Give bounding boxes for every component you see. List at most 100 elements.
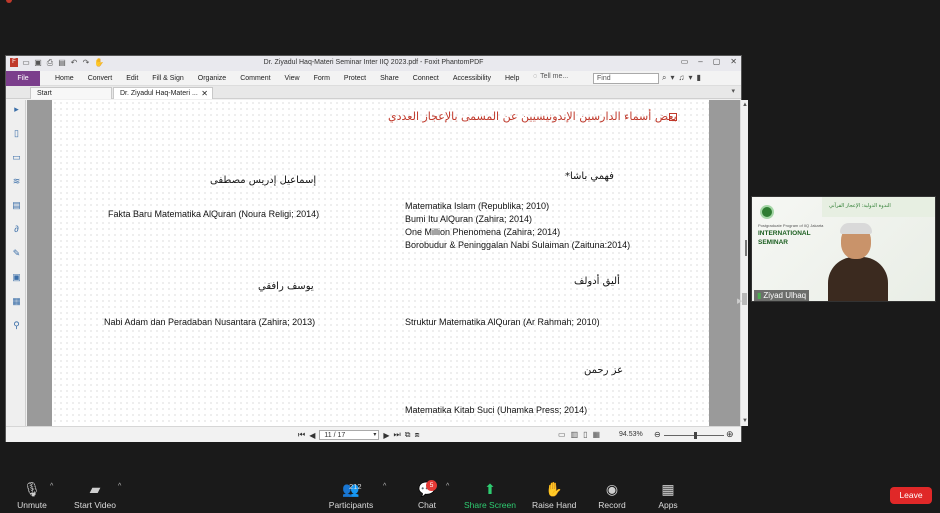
zoom-in-icon[interactable]: ⊕	[726, 429, 734, 440]
security-lock-icon[interactable]: ▣	[11, 272, 22, 283]
menu-protect[interactable]: Protect	[337, 75, 373, 82]
tab-start[interactable]: Start	[30, 87, 112, 99]
chevron-down-icon[interactable]: ▾	[670, 73, 674, 83]
share-screen-icon: ⬆	[484, 481, 496, 497]
scroll-down-icon[interactable]: ▼	[742, 418, 748, 424]
facing-page-icon[interactable]: ▯	[583, 430, 587, 439]
maximize-icon[interactable]: ▢	[713, 57, 721, 66]
menu-convert[interactable]: Convert	[81, 75, 120, 82]
collapse-icon[interactable]: ▸	[11, 104, 22, 115]
fields-icon[interactable]: ▦	[11, 296, 22, 307]
record-icon: ◉	[605, 481, 619, 497]
scroll-up-icon[interactable]: ▲	[742, 102, 748, 108]
tab-list-icon[interactable]: ▾	[731, 87, 735, 95]
ribbon-toggle-icon[interactable]: ▭	[681, 57, 689, 66]
document-viewport[interactable]: بعض أسماء الدارسين الإندونيسيين عن المسم…	[27, 100, 740, 426]
previous-page-icon[interactable]: ◀	[309, 431, 315, 440]
participants-button[interactable]: 👥 212 Participants	[327, 480, 375, 510]
seminar-logo-icon	[760, 205, 774, 219]
menu-organize[interactable]: Organize	[191, 75, 233, 82]
zoom-percentage[interactable]: 94.53%	[619, 431, 643, 438]
single-page-icon[interactable]: ▭	[558, 430, 566, 439]
scroll-right-icon[interactable]: ▶	[737, 297, 742, 305]
menu-home[interactable]: Home	[48, 75, 81, 82]
first-page-icon[interactable]: ⏮	[298, 430, 305, 440]
comments-icon[interactable]: ▤	[11, 200, 22, 211]
options-icon[interactable]: ▾	[689, 73, 693, 83]
tab-document[interactable]: Dr. Ziyadul Haq-Materi ... ✕	[113, 87, 213, 99]
record-button[interactable]: ◉ Record	[596, 480, 628, 510]
tell-me-label: Tell me...	[540, 73, 569, 80]
chat-button[interactable]: 💬 5 Chat	[414, 480, 440, 510]
next-page-icon[interactable]: ▶	[383, 431, 389, 440]
participants-caret-icon[interactable]: ^	[383, 483, 386, 490]
tab-document-label: Dr. Ziyadul Haq-Materi ...	[120, 90, 198, 97]
pdf-page: بعض أسماء الدارسين الإندونيسيين عن المسم…	[52, 100, 709, 426]
leave-button[interactable]: Leave	[890, 487, 932, 504]
video-off-icon: ▰	[89, 481, 101, 497]
slide-arabic-title: الندوة الدولية: الإعجاز القرآني	[829, 203, 891, 209]
navigation-sidebar: ▸ ▯ ▭ ≋ ▤ ∂ ✎ ▣ ▦ ⚲	[6, 100, 26, 426]
menu-connect[interactable]: Connect	[406, 75, 446, 82]
scroll-thumb[interactable]	[742, 293, 747, 305]
tab-start-label: Start	[37, 90, 52, 97]
vertical-scrollbar[interactable]: ▲ ▼	[740, 100, 748, 426]
share-screen-button[interactable]: ⬆ Share Screen	[464, 480, 516, 510]
zoom-slider[interactable]	[664, 432, 724, 439]
search-icon[interactable]: ⌕	[662, 73, 666, 83]
panel-splitter[interactable]	[745, 240, 747, 256]
menu-share[interactable]: Share	[373, 75, 406, 82]
menu-comment[interactable]: Comment	[233, 75, 277, 82]
recording-indicator-icon	[6, 0, 12, 3]
find-input[interactable]: Find	[593, 73, 659, 84]
menu-edit[interactable]: Edit	[119, 75, 145, 82]
raise-hand-label: Raise Hand	[532, 500, 577, 510]
apps-button[interactable]: ▦ Apps	[654, 480, 682, 510]
zoom-slider-knob[interactable]	[694, 432, 697, 439]
last-page-icon[interactable]: ⏭	[394, 430, 401, 440]
accessibility-icon[interactable]: ⚲	[11, 320, 22, 331]
window-title: Dr. Ziyadul Haq-Materi Seminar Inter IIQ…	[263, 59, 484, 66]
slide-title-line2: SEMINAR	[758, 239, 788, 246]
page-heading: بعض أسماء الدارسين الإندونيسيين عن المسم…	[388, 110, 677, 123]
participant-video-tile[interactable]: الندوة الدولية: الإعجاز القرآني Postgrad…	[751, 196, 936, 302]
speaker-body	[828, 257, 888, 301]
copy-page-icon[interactable]: ⧉	[405, 430, 411, 440]
window-controls: ▭ – ▢ ✕	[681, 57, 737, 66]
tell-me[interactable]: ◌ Tell me...	[533, 73, 568, 80]
attachments-icon[interactable]: ∂	[11, 224, 22, 235]
menu-view[interactable]: View	[278, 75, 307, 82]
work-title: Nabi Adam dan Peradaban Nusantara (Zahir…	[104, 317, 316, 327]
unmute-label: Unmute	[17, 500, 47, 510]
layers-icon[interactable]: ≋	[11, 176, 22, 187]
unmute-button[interactable]: 🎙 Unmute	[14, 480, 50, 510]
pages-icon[interactable]: ▭	[11, 152, 22, 163]
continuous-page-icon[interactable]: ▥	[571, 430, 579, 439]
fit-icon[interactable]: ⧈	[414, 430, 419, 440]
scholar-name: فهمي باشا*	[565, 171, 614, 182]
zoom-out-icon[interactable]: ⊖	[654, 430, 661, 439]
menu-accessibility[interactable]: Accessibility	[446, 75, 498, 82]
menu-fill-sign[interactable]: Fill & Sign	[145, 75, 191, 82]
menu-help[interactable]: Help	[498, 75, 526, 82]
menu-form[interactable]: Form	[307, 75, 337, 82]
page-number-input[interactable]: 11 / 17	[319, 430, 380, 440]
close-window-icon[interactable]: ✕	[730, 57, 737, 66]
close-tab-icon[interactable]: ✕	[201, 89, 208, 98]
continuous-facing-icon[interactable]: ▦	[593, 430, 601, 439]
share-screen-label: Share Screen	[464, 500, 516, 510]
minimize-icon[interactable]: –	[698, 57, 702, 66]
signatures-icon[interactable]: ✎	[11, 248, 22, 259]
user-icon[interactable]: ▮	[697, 73, 701, 83]
start-video-button[interactable]: ▰ Start Video	[72, 480, 118, 510]
raise-hand-button[interactable]: ✋ Raise Hand	[532, 480, 576, 510]
find-tools: ⌕ ▾ ♫ ▾ ▮	[662, 73, 701, 83]
video-options-caret-icon[interactable]: ^	[118, 483, 121, 490]
audio-options-caret-icon[interactable]: ^	[50, 483, 53, 490]
file-menu[interactable]: File	[6, 70, 40, 86]
scholar-name: يوسف رافقي	[258, 281, 314, 292]
bookmark-icon[interactable]: ▯	[11, 128, 22, 139]
chat-caret-icon[interactable]: ^	[446, 483, 449, 490]
notifications-icon[interactable]: ♫	[679, 73, 685, 83]
status-bar: ⏮ ◀ 11 / 17 ▶ ⏭ ⧉ ⧈ ▭ ▥ ▯ ▦ 94.53% ⊖ ⊕	[6, 426, 741, 442]
